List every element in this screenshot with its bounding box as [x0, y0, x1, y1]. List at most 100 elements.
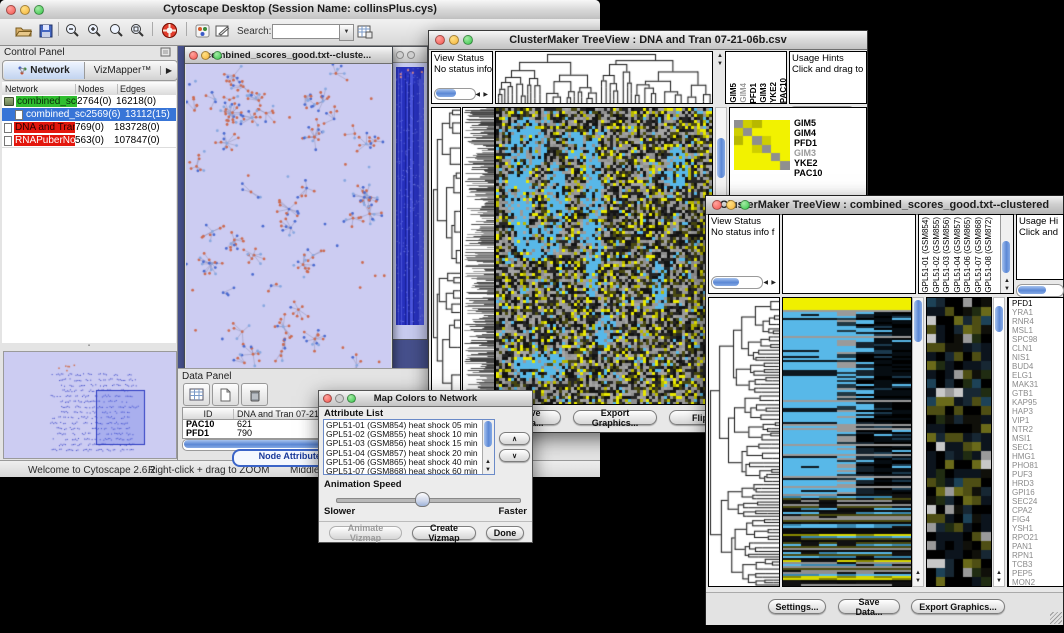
- minimize-icon[interactable]: [449, 35, 459, 45]
- gene-label[interactable]: CPA2: [1012, 506, 1063, 515]
- table-select-icon[interactable]: [183, 383, 210, 406]
- zoom-window-icon[interactable]: [740, 200, 750, 210]
- gene-label[interactable]: YRA1: [1012, 308, 1063, 317]
- gene-label[interactable]: GIM4: [794, 128, 822, 138]
- attribute-table-icon[interactable]: [356, 23, 374, 39]
- vizmap-nodes-icon[interactable]: [193, 23, 211, 39]
- gene-label[interactable]: PAC10: [794, 168, 822, 178]
- tv1-column-labels[interactable]: GIM5GIM4PFD1GIM3YKE2PAC10: [725, 51, 787, 104]
- scroll-right-icon[interactable]: ▶: [771, 280, 776, 286]
- animate-vizmap-button[interactable]: Animate Vizmap: [329, 526, 402, 540]
- gene-label[interactable]: ELG1: [1012, 371, 1063, 380]
- move-down-button[interactable]: ∨: [499, 449, 530, 462]
- gene-label[interactable]: VIP1: [1012, 416, 1063, 425]
- zoom-in-icon[interactable]: [85, 23, 103, 39]
- search-input[interactable]: [272, 24, 340, 39]
- more-tabs-icon[interactable]: ▶: [160, 66, 177, 75]
- gene-label[interactable]: HMG1: [1012, 452, 1063, 461]
- new-attribute-icon[interactable]: [212, 383, 239, 406]
- tv1-gene-list[interactable]: GIM5GIM4PFD1GIM3YKE2PAC10: [794, 118, 822, 178]
- annotation-icon[interactable]: [213, 23, 231, 39]
- network-row[interactable]: DNA and Tran 07 769(0) 183728(0): [2, 121, 176, 134]
- gene-label[interactable]: MSL1: [1012, 326, 1063, 335]
- zoom-window-icon[interactable]: [463, 35, 473, 45]
- listbox-vscrollbar[interactable]: ▲ ▼: [482, 420, 494, 474]
- zoom-window-icon[interactable]: [34, 5, 44, 15]
- tv2-right-hscrollbar[interactable]: [1016, 284, 1064, 297]
- zoom-out-icon[interactable]: [63, 23, 81, 39]
- col-labels-vscrollbar[interactable]: ▲ ▼: [1000, 215, 1013, 293]
- attribute-listbox[interactable]: GPL51-01 (GSM854) heat shock 05 minGPL51…: [323, 419, 495, 475]
- col-network[interactable]: Network: [2, 84, 75, 94]
- scroll-left-icon[interactable]: ◀: [763, 280, 768, 286]
- export-graphics-button[interactable]: Export Graphics...: [573, 410, 657, 425]
- search-dropdown-icon[interactable]: ▼: [339, 24, 354, 41]
- tv2-detail-heatmap[interactable]: [926, 297, 992, 587]
- tv2-column-tree-area[interactable]: [782, 214, 916, 294]
- tv1-column-dendrogram[interactable]: [495, 51, 713, 104]
- create-vizmap-button[interactable]: Create Vizmap: [412, 526, 476, 540]
- float-panel-icon[interactable]: [158, 46, 172, 58]
- tv2-gene-list[interactable]: PFD1YRA1RNR4MSL1SPC98CLN1NIS1BUD4ELG1MAK…: [1007, 297, 1064, 587]
- gene-label[interactable]: NIS1: [1012, 353, 1063, 362]
- tv2-vscrollbar[interactable]: ▲ ▼: [912, 297, 924, 587]
- close-icon[interactable]: [6, 5, 16, 15]
- settings-button[interactable]: Settings...: [768, 599, 826, 614]
- gene-label[interactable]: PHO81: [1012, 461, 1063, 470]
- minimize-icon[interactable]: [20, 5, 30, 15]
- gene-label[interactable]: MON2: [1012, 578, 1063, 587]
- gene-label[interactable]: PEP5: [1012, 569, 1063, 578]
- tv1-heatmap[interactable]: [495, 107, 713, 405]
- gene-label[interactable]: YSH1: [1012, 524, 1063, 533]
- col-edges[interactable]: Edges: [117, 84, 182, 94]
- minimize-icon[interactable]: [201, 51, 210, 60]
- view-status-hscrollbar[interactable]: [434, 88, 476, 100]
- gene-label[interactable]: RPN1: [1012, 551, 1063, 560]
- gene-label[interactable]: GPI16: [1012, 488, 1063, 497]
- resize-grip[interactable]: [1050, 612, 1062, 624]
- close-icon[interactable]: [189, 51, 198, 60]
- gene-label[interactable]: PFD1: [794, 138, 822, 148]
- gene-label[interactable]: CLN1: [1012, 344, 1063, 353]
- main-titlebar[interactable]: Cytoscape Desktop (Session Name: collins…: [0, 0, 600, 20]
- gene-label[interactable]: SEC1: [1012, 443, 1063, 452]
- gene-label[interactable]: MSI1: [1012, 434, 1063, 443]
- view-status-hscrollbar[interactable]: [711, 276, 763, 289]
- panel-splitter[interactable]: ▪: [2, 343, 176, 350]
- close-icon[interactable]: [712, 200, 722, 210]
- help-ring-icon[interactable]: [160, 22, 178, 38]
- tv1-col-scroll-arrows[interactable]: ▲ ▼: [715, 51, 725, 104]
- tab-vizmapper[interactable]: VizMapper™: [85, 65, 160, 76]
- close-icon[interactable]: [323, 394, 332, 403]
- gene-label[interactable]: SEC24: [1012, 497, 1063, 506]
- tv2-column-labels[interactable]: GPL51-01 (GSM854)GPL51-02 (GSM855)GPL51-…: [918, 214, 1014, 294]
- speed-slider-thumb[interactable]: [415, 492, 430, 507]
- minimize-icon[interactable]: [335, 394, 344, 403]
- gene-label[interactable]: RNR4: [1012, 317, 1063, 326]
- gene-label[interactable]: MAK31: [1012, 380, 1063, 389]
- close-icon[interactable]: [435, 35, 445, 45]
- tab-network[interactable]: Network: [4, 62, 85, 79]
- gene-label[interactable]: GTB1: [1012, 389, 1063, 398]
- id-col-header[interactable]: ID: [183, 409, 233, 419]
- tv1-correlation-matrix[interactable]: [734, 120, 792, 172]
- gene-label[interactable]: PUF3: [1012, 470, 1063, 479]
- network-row[interactable]: RNAPuberNov2+ 563(0) 107847(0): [2, 134, 176, 147]
- background-network-window[interactable]: [392, 46, 428, 340]
- gene-label[interactable]: BUD4: [1012, 362, 1063, 371]
- minimize-icon[interactable]: [726, 200, 736, 210]
- save-data-button[interactable]: Save Data...: [838, 599, 900, 614]
- open-folder-icon[interactable]: [14, 23, 32, 39]
- gene-label[interactable]: SPC98: [1012, 335, 1063, 344]
- gene-label[interactable]: HRD3: [1012, 479, 1063, 488]
- gene-label[interactable]: GIM3: [794, 148, 822, 158]
- gene-label[interactable]: TCB3: [1012, 560, 1063, 569]
- tv2-detail-vscrollbar[interactable]: ▲ ▼: [993, 297, 1005, 587]
- move-up-button[interactable]: ∧: [499, 432, 530, 445]
- tv1-row-dendrogram[interactable]: [431, 107, 461, 405]
- gene-label[interactable]: KAP95: [1012, 398, 1063, 407]
- gene-label[interactable]: PAN1: [1012, 542, 1063, 551]
- gene-label[interactable]: RPO21: [1012, 533, 1063, 542]
- network-table-header[interactable]: Network Nodes Edges: [2, 82, 176, 96]
- network-row[interactable]: combined_sco 2569(6) 13112(15): [2, 108, 176, 121]
